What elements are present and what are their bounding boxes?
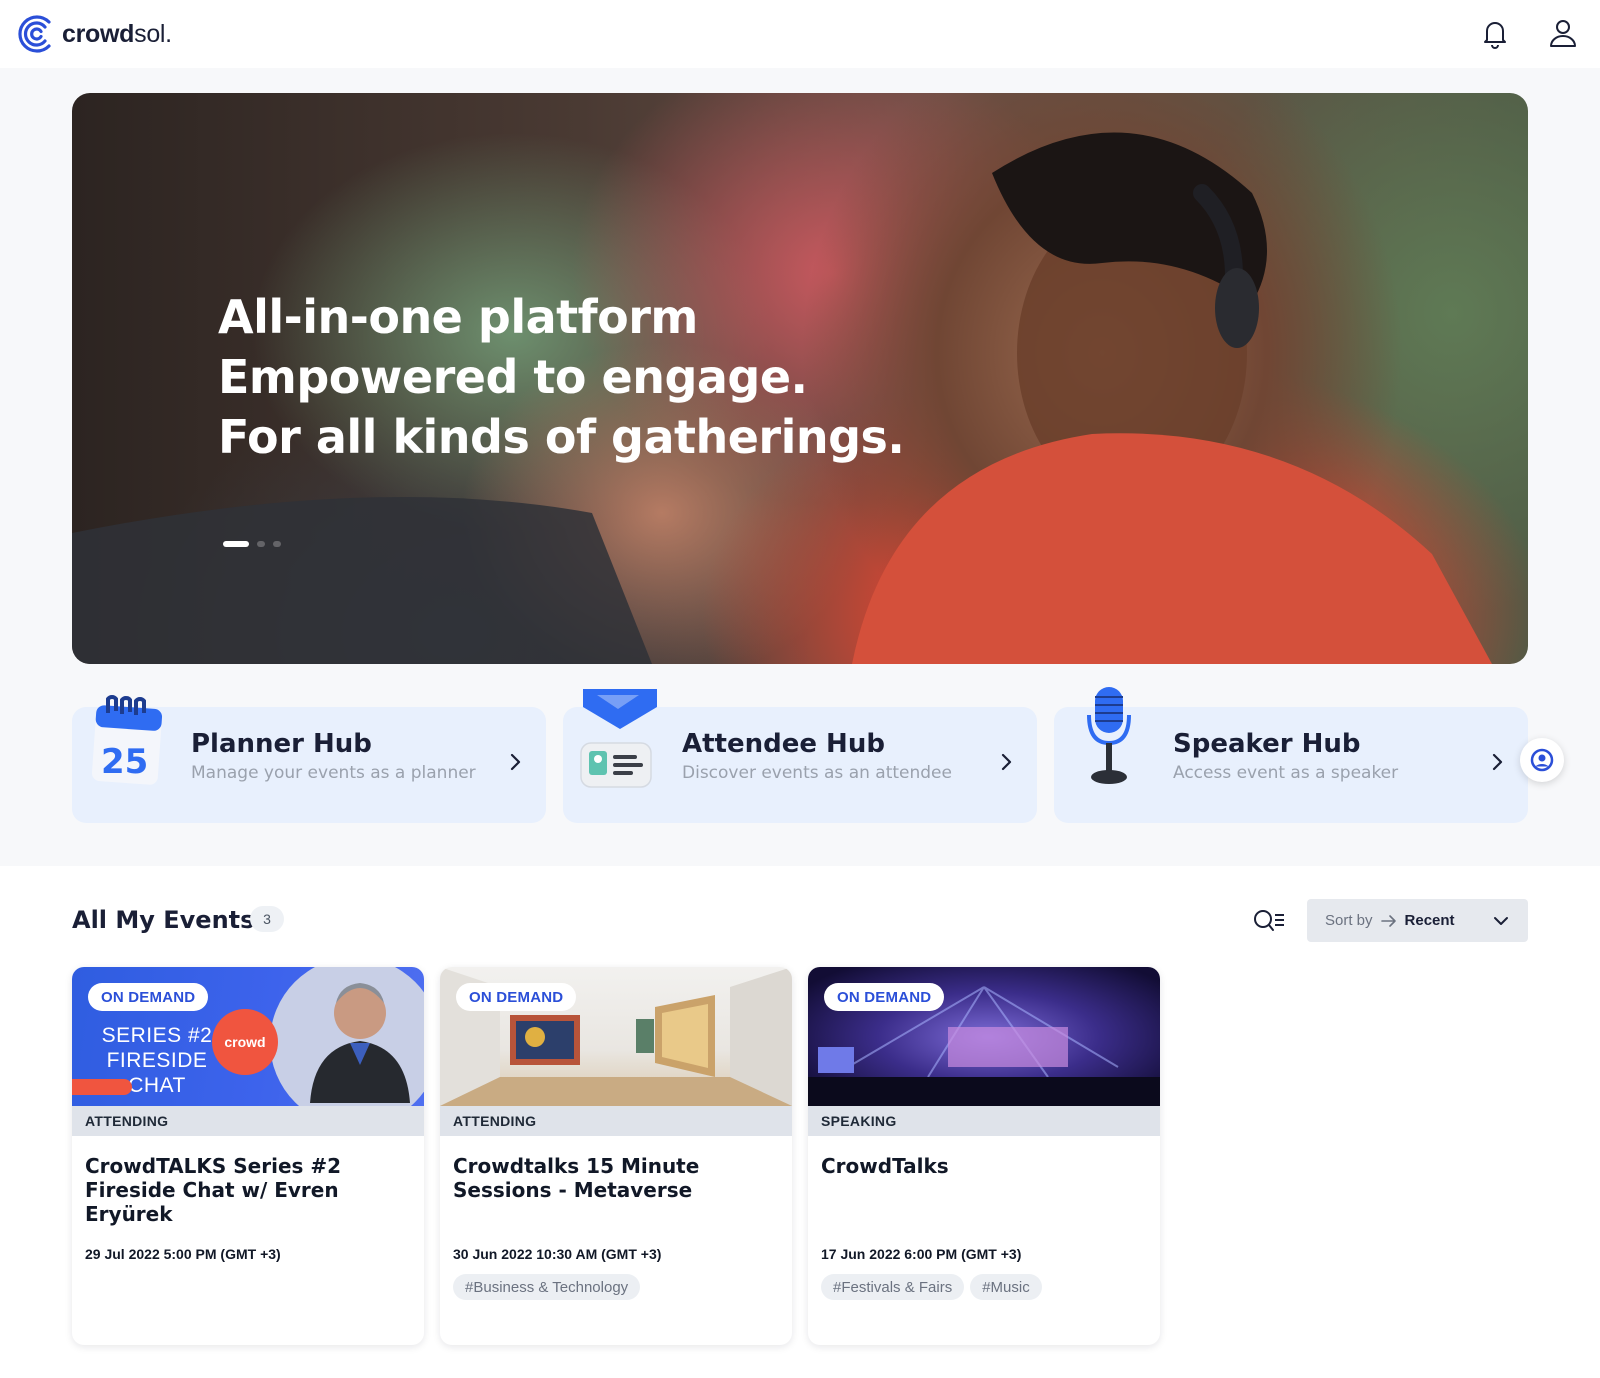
carousel-dot-2[interactable] (257, 541, 265, 547)
hero-line-2: Empowered to engage. (218, 350, 808, 404)
sort-dropdown[interactable]: Sort by Recent (1307, 899, 1528, 942)
top-bar: crowdsol. (0, 0, 1600, 68)
chevron-right-icon (1492, 753, 1503, 771)
event-card[interactable]: ON DEMAND SPEAKING CrowdTalks 17 Jun 202… (808, 967, 1160, 1345)
event-date: 30 Jun 2022 10:30 AM (GMT +3) (453, 1246, 662, 1262)
speaker-hub-title: Speaker Hub (1173, 729, 1361, 759)
crowdsol-logo-mark-icon (18, 15, 51, 53)
calendar-icon: 25 (91, 695, 163, 785)
crowdsol-logo[interactable]: crowdsol. (16, 12, 172, 56)
event-role: ATTENDING (72, 1106, 424, 1136)
hero-line-1: All-in-one platform (218, 290, 698, 344)
attendee-hub-title: Attendee Hub (682, 729, 885, 759)
event-title: Crowdtalks 15 Minute Sessions - Metavers… (453, 1154, 700, 1202)
event-tag[interactable]: #Music (970, 1274, 1042, 1300)
event-thumbnail: crowd SERIES #2 FIRESIDE CHAT ON DEMAND (72, 967, 424, 1106)
on-demand-badge: ON DEMAND (456, 983, 577, 1011)
hero-line-3: For all kinds of gatherings. (218, 410, 905, 464)
speaker-hub-subtitle: Access event as a speaker (1173, 763, 1399, 783)
microphone-icon (1087, 687, 1131, 784)
logo-wordmark: crowdsol. (62, 19, 172, 48)
chevron-right-icon (1001, 753, 1012, 771)
event-date: 17 Jun 2022 6:00 PM (GMT +3) (821, 1246, 1022, 1262)
event-tags: #Business & Technology (453, 1274, 641, 1300)
event-thumbnail: ON DEMAND (440, 967, 792, 1106)
sort-label: Sort by (1325, 912, 1373, 929)
event-date: 29 Jul 2022 5:00 PM (GMT +3) (85, 1246, 281, 1262)
chevron-down-icon (1494, 916, 1508, 925)
carousel-dot-1[interactable] (223, 541, 249, 547)
hero-headline: All-in-one platform Empowered to engage.… (218, 287, 905, 467)
event-thumbnail: ON DEMAND (808, 967, 1160, 1106)
arrow-right-icon (1380, 914, 1396, 927)
event-role: SPEAKING (808, 1106, 1160, 1136)
planner-hub-card[interactable]: 25 Planner Hub Manage your events as a p… (72, 695, 546, 823)
event-tag[interactable]: #Festivals & Fairs (821, 1274, 965, 1300)
badge-icon (580, 689, 657, 788)
events-count-badge: 3 (250, 906, 284, 932)
attendee-hub-subtitle: Discover events as an attendee (682, 763, 952, 783)
on-demand-badge: ON DEMAND (88, 983, 209, 1011)
bell-icon[interactable] (1478, 16, 1512, 50)
event-role: ATTENDING (440, 1106, 792, 1136)
planner-hub-subtitle: Manage your events as a planner (191, 763, 476, 783)
user-icon[interactable] (1546, 16, 1580, 50)
carousel-dot-3[interactable] (273, 541, 281, 547)
event-title: CrowdTALKS Series #2 Fireside Chat w/ Ev… (85, 1154, 342, 1226)
svg-text:25: 25 (101, 742, 148, 782)
event-title: CrowdTalks (821, 1154, 949, 1178)
events-section-title: All My Events (72, 906, 255, 934)
speaker-hub-card[interactable]: Speaker Hub Access event as a speaker (1054, 687, 1528, 823)
event-card[interactable]: crowd SERIES #2 FIRESIDE CHAT ON DEMAND … (72, 967, 424, 1345)
speaker-portrait (310, 983, 410, 1103)
event-tag[interactable]: #Business & Technology (453, 1274, 641, 1300)
search-filter-icon[interactable] (1253, 908, 1287, 934)
on-demand-badge: ON DEMAND (824, 983, 945, 1011)
thumbnail-accent-bar (72, 1079, 132, 1095)
event-tags: #Festivals & Fairs #Music (821, 1274, 1042, 1300)
attendee-hub-card[interactable]: Attendee Hub Discover events as an atten… (563, 689, 1037, 823)
carousel-dots (223, 541, 281, 547)
planner-hub-title: Planner Hub (191, 729, 372, 759)
events-section: All My Events 3 Sort by Recent crowd SER… (0, 866, 1600, 1378)
chevron-right-icon (510, 753, 521, 771)
sort-value: Recent (1404, 912, 1455, 929)
event-card[interactable]: ON DEMAND ATTENDING Crowdtalks 15 Minute… (440, 967, 792, 1345)
support-icon (1530, 748, 1554, 772)
support-chat-button[interactable] (1520, 738, 1564, 782)
hero-banner: All-in-one platform Empowered to engage.… (72, 93, 1528, 664)
